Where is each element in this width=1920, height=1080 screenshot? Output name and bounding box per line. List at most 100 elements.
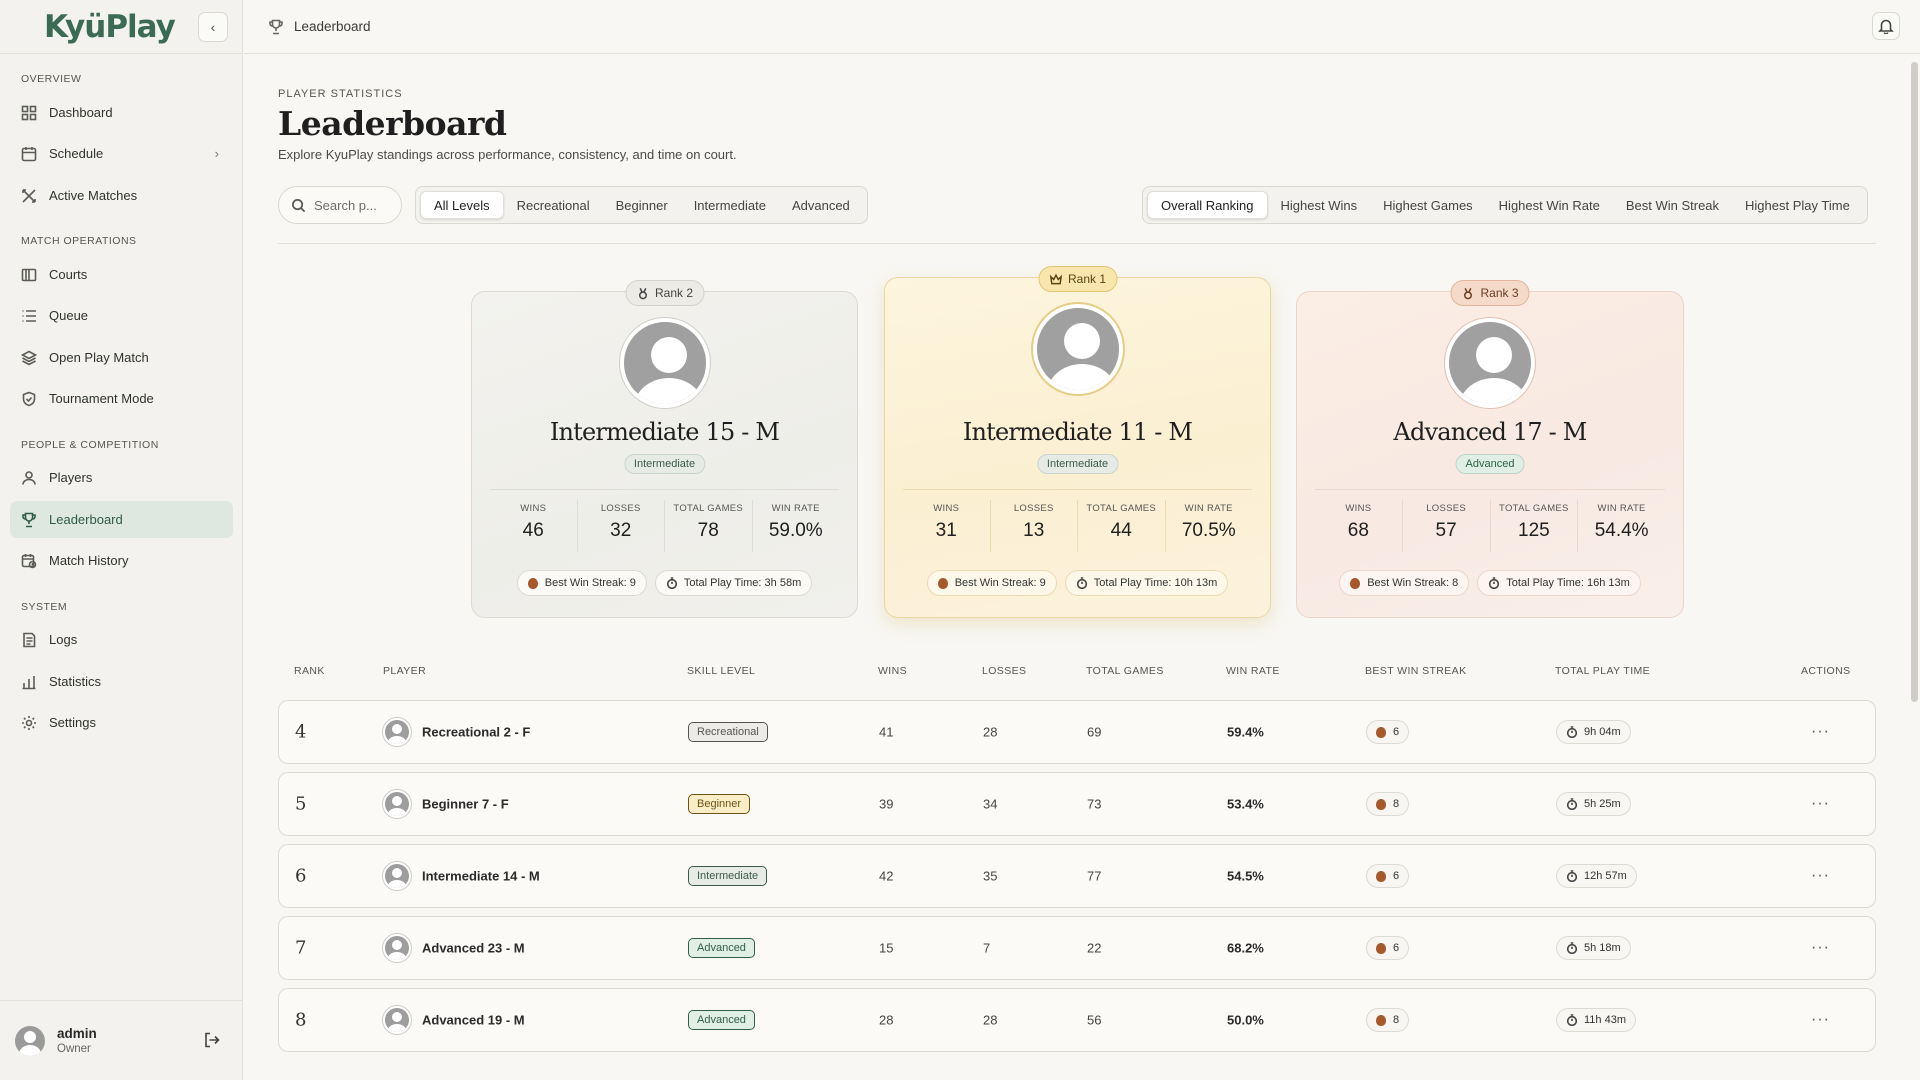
chevron-right-icon: › xyxy=(214,146,219,161)
col-best-win-streak[interactable]: BEST WIN STREAK xyxy=(1365,665,1467,677)
sidebar-item-label: Logs xyxy=(49,632,78,647)
podium-card-rank-2[interactable]: Rank 2 Intermediate 15 - M Intermediate … xyxy=(471,280,858,618)
row-actions-button[interactable]: ··· xyxy=(1811,867,1830,885)
sidebar-item-match-history[interactable]: Match History xyxy=(10,542,233,579)
podium-card-rank-3[interactable]: Rank 3 Advanced 17 - M Advanced WINS 68 L… xyxy=(1296,280,1684,618)
row-player-name[interactable]: Beginner 7 - F xyxy=(422,797,509,812)
stat-losses: LOSSES 57 xyxy=(1403,500,1491,552)
skill-level-badge: Beginner xyxy=(688,794,751,814)
table-row[interactable]: 4 Recreational 2 - F Recreational 41 28 … xyxy=(278,700,1876,764)
sidebar-item-players[interactable]: Players xyxy=(10,459,233,496)
row-actions-button[interactable]: ··· xyxy=(1811,723,1830,741)
sidebar-item-logs[interactable]: Logs xyxy=(10,621,233,658)
col-losses[interactable]: LOSSES xyxy=(982,665,1026,677)
table-row[interactable]: 6 Intermediate 14 - M Intermediate 42 35… xyxy=(278,844,1876,908)
streak-chip: Best Win Streak: 9 xyxy=(516,570,647,596)
sort-highest-games[interactable]: Highest Games xyxy=(1370,191,1486,219)
player-chips: Best Win Streak: 9 Total Play Time: 3h 5… xyxy=(472,570,857,596)
col-wins[interactable]: WINS xyxy=(878,665,907,677)
col-player[interactable]: PLAYER xyxy=(383,665,426,677)
medal-icon xyxy=(1463,287,1472,299)
row-player-name[interactable]: Advanced 23 - M xyxy=(422,941,525,956)
play-time-value: 9h 04m xyxy=(1584,726,1621,738)
skill-level-badge: Intermediate xyxy=(1036,454,1119,474)
filter-intermediate[interactable]: Intermediate xyxy=(681,191,779,219)
user-profile[interactable]: admin Owner xyxy=(0,1000,243,1080)
filter-all-levels[interactable]: All Levels xyxy=(420,191,504,219)
sort-highest-play-time[interactable]: Highest Play Time xyxy=(1732,191,1863,219)
sidebar-item-active-matches[interactable]: Active Matches xyxy=(10,177,233,214)
row-rank: 4 xyxy=(295,721,307,743)
row-actions-button[interactable]: ··· xyxy=(1811,939,1830,957)
stopwatch-icon xyxy=(1076,577,1087,589)
filter-advanced[interactable]: Advanced xyxy=(779,191,863,219)
collapse-sidebar-button[interactable]: ‹ xyxy=(198,12,228,42)
streak-value: 6 xyxy=(1393,726,1400,738)
sidebar-item-courts[interactable]: Courts xyxy=(10,256,233,293)
col-win-rate[interactable]: WIN RATE xyxy=(1226,665,1280,677)
row-losses: 7 xyxy=(983,940,991,956)
row-losses: 28 xyxy=(983,1012,998,1028)
sidebar-item-leaderboard[interactable]: Leaderboard xyxy=(10,501,233,538)
notifications-button[interactable] xyxy=(1872,12,1900,40)
logout-icon[interactable] xyxy=(203,1031,221,1049)
stat-label: WIN RATE xyxy=(1184,503,1233,514)
stat-label: WINS xyxy=(933,503,960,514)
table-row[interactable]: 8 Advanced 19 - M Advanced 28 28 56 50.0… xyxy=(278,988,1876,1052)
col-rank[interactable]: RANK xyxy=(294,665,325,677)
sidebar-item-queue[interactable]: Queue xyxy=(10,297,233,334)
rank-label: Rank 3 xyxy=(1480,286,1519,300)
streak-value: 8 xyxy=(1393,798,1400,810)
row-actions-button[interactable]: ··· xyxy=(1811,795,1830,813)
table-row[interactable]: 5 Beginner 7 - F Beginner 39 34 73 53.4%… xyxy=(278,772,1876,836)
podium-card-rank-1[interactable]: Rank 1 Intermediate 11 - M Intermediate … xyxy=(884,266,1271,618)
play-time-text: Total Play Time: 16h 13m xyxy=(1506,577,1630,589)
calendar-clock-icon xyxy=(21,553,37,568)
stat-label: WINS xyxy=(520,503,547,514)
streak-chip: 8 xyxy=(1366,792,1410,816)
filter-beginner[interactable]: Beginner xyxy=(603,191,681,219)
search-icon xyxy=(292,198,306,212)
sort-highest-win-rate[interactable]: Highest Win Rate xyxy=(1486,191,1613,219)
app-logo[interactable]: KyüPlay xyxy=(44,9,176,45)
player-search[interactable] xyxy=(278,186,402,224)
col-total-play-time[interactable]: TOTAL PLAY TIME xyxy=(1555,665,1650,677)
sidebar-item-open-play-match[interactable]: Open Play Match xyxy=(10,339,233,376)
section-overview: OVERVIEW xyxy=(21,73,82,85)
table-row[interactable]: 7 Advanced 23 - M Advanced 15 7 22 68.2%… xyxy=(278,916,1876,980)
stat-wins: WINS 31 xyxy=(903,500,991,552)
player-name: Intermediate 15 - M xyxy=(549,418,780,446)
col-total-games[interactable]: TOTAL GAMES xyxy=(1086,665,1164,677)
ball-icon xyxy=(1350,577,1361,589)
avatar xyxy=(383,790,411,818)
row-losses: 28 xyxy=(983,724,998,740)
ball-icon xyxy=(1376,798,1386,810)
sidebar-item-tournament-mode[interactable]: Tournament Mode xyxy=(10,380,233,417)
sidebar-item-settings[interactable]: Settings xyxy=(10,704,233,741)
row-wins: 42 xyxy=(879,868,894,884)
row-player-name[interactable]: Recreational 2 - F xyxy=(422,725,530,740)
sidebar-item-schedule[interactable]: Schedule › xyxy=(10,135,233,172)
stat-value: 31 xyxy=(935,520,957,541)
ball-icon xyxy=(1376,726,1386,738)
sidebar-item-label: Schedule xyxy=(49,146,104,161)
sort-highest-wins[interactable]: Highest Wins xyxy=(1268,191,1371,219)
col-skill-level[interactable]: SKILL LEVEL xyxy=(687,665,755,677)
filter-recreational[interactable]: Recreational xyxy=(504,191,603,219)
sidebar-item-dashboard[interactable]: Dashboard xyxy=(10,94,233,131)
crossed-rackets-icon xyxy=(22,188,36,203)
row-actions-button[interactable]: ··· xyxy=(1811,1011,1830,1029)
row-rank: 7 xyxy=(295,937,307,959)
row-player-name[interactable]: Advanced 19 - M xyxy=(422,1013,525,1028)
search-input[interactable] xyxy=(314,197,394,213)
play-time-chip: 11h 43m xyxy=(1556,1008,1636,1032)
sort-best-win-streak[interactable]: Best Win Streak xyxy=(1613,191,1732,219)
row-player-name[interactable]: Intermediate 14 - M xyxy=(422,869,540,884)
gear-icon xyxy=(22,715,36,730)
scrollbar[interactable] xyxy=(1911,62,1918,702)
skill-level-badge: Intermediate xyxy=(623,454,706,474)
row-win-rate: 53.4% xyxy=(1227,796,1264,812)
sort-overall-ranking[interactable]: Overall Ranking xyxy=(1147,191,1268,219)
streak-chip: 6 xyxy=(1366,720,1410,744)
sidebar-item-statistics[interactable]: Statistics xyxy=(10,663,233,700)
